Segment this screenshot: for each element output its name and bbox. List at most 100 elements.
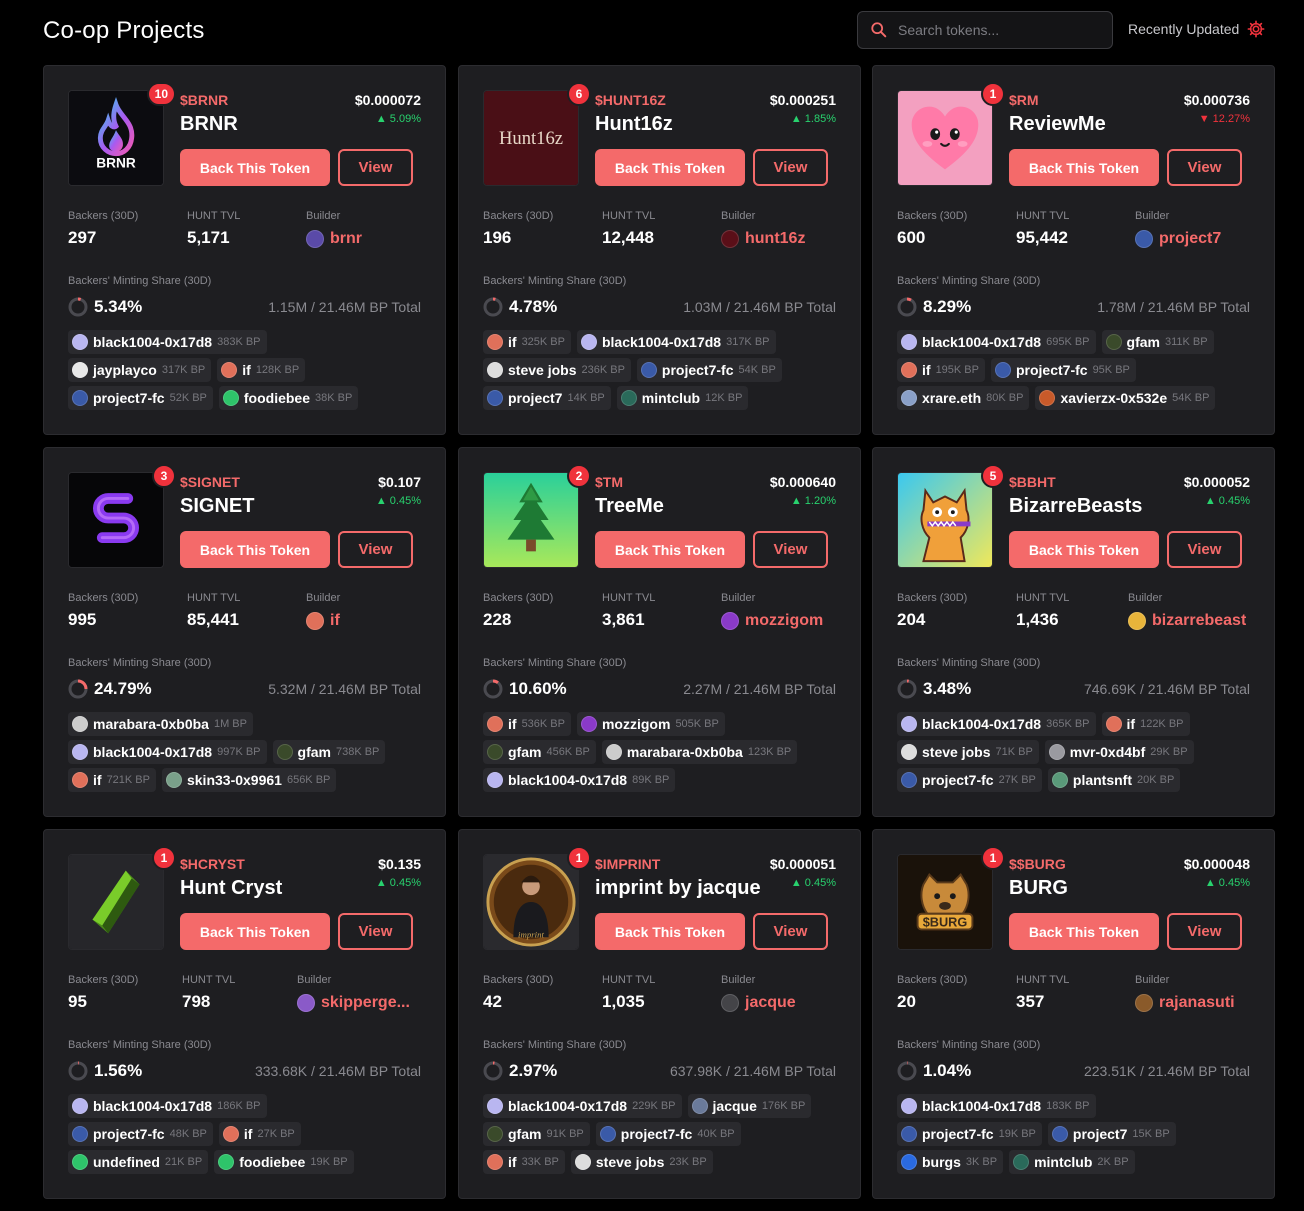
backer-chip[interactable]: steve jobs 71K BP [897,740,1039,764]
token-name[interactable]: Hunt Cryst [180,877,282,900]
project-card[interactable]: 2 $TM TreeMe $0.000640 ▲ 1.20% Back This Toke… [458,447,861,817]
builder-link[interactable]: brnr [306,230,362,248]
token-logo-wrapper[interactable]: BRNR 10 [68,82,176,186]
backer-chip[interactable]: steve jobs 23K BP [570,1150,713,1174]
backer-chip[interactable]: black1004-0x17d8 186K BP [68,1094,267,1118]
backer-chip[interactable]: xrare.eth 80K BP [897,386,1030,410]
back-this-token-button[interactable]: Back This Token [180,149,330,186]
hunt16z-logo[interactable]: Hunt16z [483,90,579,186]
backer-chip[interactable]: black1004-0x17d8 89K BP [483,768,676,792]
backer-chip[interactable]: if 325K BP [483,330,571,354]
backer-chip[interactable]: black1004-0x17d8 383K BP [68,330,267,354]
token-name[interactable]: Hunt16z [595,113,673,136]
back-this-token-button[interactable]: Back This Token [180,913,330,950]
token-logo-wrapper[interactable]: 1 [897,82,1005,186]
token-logo-wrapper[interactable]: imprint 1 [483,846,591,950]
back-this-token-button[interactable]: Back This Token [180,531,330,568]
backer-chip[interactable]: black1004-0x17d8 229K BP [483,1094,682,1118]
back-this-token-button[interactable]: Back This Token [1009,913,1159,950]
builder-link[interactable]: project7 [1135,230,1221,248]
backer-chip[interactable]: mozzigom 505K BP [576,712,725,736]
project-card[interactable]: $BURG 1 $$BURG BURG $0.000048 ▲ 0.45% Back Thi… [872,829,1275,1199]
backer-chip[interactable]: if 122K BP [1101,712,1190,736]
backer-chip[interactable]: mintclub 2K BP [1009,1150,1135,1174]
backer-chip[interactable]: if 536K BP [483,712,571,736]
backer-chip[interactable]: black1004-0x17d8 695K BP [897,330,1096,354]
back-this-token-button[interactable]: Back This Token [595,149,745,186]
backer-chip[interactable]: black1004-0x17d8 997K BP [68,740,267,764]
backer-chip[interactable]: project7 15K BP [1047,1122,1176,1146]
backer-chip[interactable]: project7-fc 95K BP [990,358,1136,382]
view-button[interactable]: View [753,913,828,950]
backer-chip[interactable]: foodiebee 19K BP [214,1150,354,1174]
backer-chip[interactable]: black1004-0x17d8 365K BP [897,712,1096,736]
project-card[interactable]: imprint 1 $IMPRINT imprint by jacque $0.0000… [458,829,861,1199]
backer-chip[interactable]: if 195K BP [897,358,985,382]
burg-logo[interactable]: $BURG [897,854,993,950]
backer-chip[interactable]: black1004-0x17d8 317K BP [576,330,776,354]
view-button[interactable]: View [753,149,828,186]
backer-chip[interactable]: project7-fc 40K BP [595,1122,741,1146]
back-this-token-button[interactable]: Back This Token [595,531,745,568]
view-button[interactable]: View [338,913,413,950]
backer-chip[interactable]: gfam 738K BP [272,740,386,764]
search-box[interactable] [857,11,1113,49]
project-card[interactable]: 3 $SIGNET SIGNET $0.107 ▲ 0.45% Back This Tok… [43,447,446,817]
builder-link[interactable]: if [306,612,340,630]
gear-icon[interactable] [1247,20,1265,38]
backer-chip[interactable]: project7 14K BP [483,386,611,410]
backer-chip[interactable]: gfam 311K BP [1101,330,1214,354]
beast-logo[interactable] [897,472,993,568]
imprint-logo[interactable]: imprint [483,854,579,950]
builder-link[interactable]: rajanasuti [1135,994,1235,1012]
back-this-token-button[interactable]: Back This Token [1009,531,1159,568]
backer-chip[interactable]: marabara-0xb0ba 123K BP [601,740,798,764]
token-logo-wrapper[interactable]: 1 [68,846,176,950]
project-card[interactable]: 1 $HCRYST Hunt Cryst $0.135 ▲ 0.45% Back This… [43,829,446,1199]
backer-chip[interactable]: jayplayco 317K BP [68,358,212,382]
backer-chip[interactable]: undefined 21K BP [68,1150,209,1174]
builder-link[interactable]: jacque [721,994,796,1012]
backer-chip[interactable]: project7-fc 48K BP [68,1122,213,1146]
backer-chip[interactable]: mintclub 12K BP [616,386,749,410]
builder-link[interactable]: bizarrebeast [1128,612,1246,630]
backer-chip[interactable]: gfam 456K BP [483,740,596,764]
backer-chip[interactable]: if 27K BP [218,1122,301,1146]
view-button[interactable]: View [753,531,828,568]
signet-logo[interactable] [68,472,164,568]
backer-chip[interactable]: jacque 176K BP [687,1094,812,1118]
backer-chip[interactable]: steve jobs 236K BP [483,358,631,382]
backer-chip[interactable]: foodiebee 38K BP [218,386,359,410]
token-name[interactable]: TreeMe [595,495,664,518]
backer-chip[interactable]: project7-fc 52K BP [68,386,213,410]
builder-link[interactable]: skipperge... [297,994,410,1012]
search-input[interactable] [898,22,1088,38]
token-name[interactable]: ReviewMe [1009,113,1106,136]
backer-chip[interactable]: black1004-0x17d8 183K BP [897,1094,1096,1118]
token-name[interactable]: BizarreBeasts [1009,495,1142,518]
builder-link[interactable]: hunt16z [721,230,805,248]
token-logo-wrapper[interactable]: 3 [68,464,176,568]
token-name[interactable]: imprint by jacque [595,877,761,900]
token-name[interactable]: SIGNET [180,495,254,518]
backer-chip[interactable]: xavierzx-0x532e 54K BP [1035,386,1216,410]
backer-chip[interactable]: gfam 91K BP [483,1122,590,1146]
token-logo-wrapper[interactable]: Hunt16z 6 [483,82,591,186]
flame-logo[interactable]: BRNR [68,90,164,186]
view-button[interactable]: View [338,149,413,186]
backer-chip[interactable]: burgs 3K BP [897,1150,1004,1174]
backer-chip[interactable]: marabara-0xb0ba 1M BP [68,712,253,736]
view-button[interactable]: View [1167,149,1242,186]
project-card[interactable]: 1 $RM ReviewMe $0.000736 ▼ 12.27% Back This T… [872,65,1275,435]
backer-chip[interactable]: project7-fc 19K BP [897,1122,1042,1146]
backer-chip[interactable]: if 33K BP [483,1150,565,1174]
backer-chip[interactable]: if 128K BP [217,358,306,382]
back-this-token-button[interactable]: Back This Token [1009,149,1159,186]
token-logo-wrapper[interactable]: $BURG 1 [897,846,1005,950]
backer-chip[interactable]: project7-fc 54K BP [636,358,782,382]
view-button[interactable]: View [1167,531,1242,568]
token-name[interactable]: BRNR [180,113,238,136]
view-button[interactable]: View [338,531,413,568]
back-this-token-button[interactable]: Back This Token [595,913,745,950]
backer-chip[interactable]: if 721K BP [68,768,156,792]
